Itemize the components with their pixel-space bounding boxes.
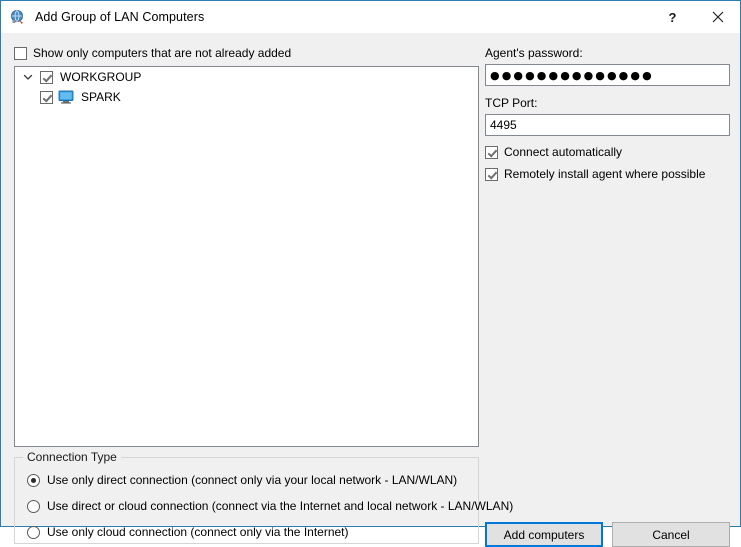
chevron-down-icon[interactable] (21, 70, 35, 84)
dialog-window: Add Group of LAN Computers ? Show only c… (0, 0, 741, 527)
cancel-label: Cancel (652, 528, 689, 542)
close-button[interactable] (695, 2, 740, 33)
radio-direct-connection-label: Use only direct connection (connect only… (47, 473, 457, 487)
dialog-buttons: Add computers Cancel (485, 522, 730, 547)
show-only-not-added-label: Show only computers that are not already… (33, 46, 291, 60)
radio-cloud-connection[interactable]: Use only cloud connection (connect only … (27, 525, 349, 539)
radio-button (27, 500, 40, 513)
title-bar: Add Group of LAN Computers ? (1, 1, 740, 33)
agent-password-input[interactable]: ●●●●●●●●●●●●●● (485, 64, 730, 86)
add-computers-label: Add computers (504, 528, 585, 542)
tree-checkbox-workgroup[interactable] (40, 71, 53, 84)
tree-label-spark: SPARK (81, 90, 121, 104)
connect-automatically-checkbox[interactable]: Connect automatically (485, 145, 730, 159)
tree-node-spark[interactable]: SPARK (15, 87, 478, 107)
checkbox-box (485, 168, 498, 181)
checkbox-box (14, 47, 27, 60)
tree-label-workgroup: WORKGROUP (60, 70, 141, 84)
window-title: Add Group of LAN Computers (35, 10, 204, 24)
close-icon (712, 11, 724, 23)
tcp-port-value: 4495 (490, 118, 517, 132)
help-icon: ? (669, 10, 677, 25)
dialog-body: Show only computers that are not already… (1, 33, 740, 526)
globe-network-icon (10, 9, 26, 25)
radio-direct-or-cloud-connection[interactable]: Use direct or cloud connection (connect … (27, 499, 513, 513)
agent-password-value: ●●●●●●●●●●●●●● (490, 70, 654, 81)
spacer (485, 136, 730, 145)
add-computers-button[interactable]: Add computers (485, 522, 603, 547)
cancel-button[interactable]: Cancel (612, 522, 730, 547)
remote-install-checkbox[interactable]: Remotely install agent where possible (485, 167, 730, 181)
tree-checkbox-spark[interactable] (40, 91, 53, 104)
tcp-port-label: TCP Port: (485, 96, 730, 110)
radio-direct-connection[interactable]: Use only direct connection (connect only… (27, 473, 457, 487)
radio-cloud-connection-label: Use only cloud connection (connect only … (47, 525, 349, 539)
monitor-icon (58, 90, 74, 104)
remote-install-label: Remotely install agent where possible (504, 167, 705, 181)
computers-tree[interactable]: WORKGROUP SPARK (14, 66, 479, 447)
spacer (485, 86, 730, 96)
connect-automatically-label: Connect automatically (504, 145, 622, 159)
tcp-port-input[interactable]: 4495 (485, 114, 730, 136)
connection-type-legend: Connection Type (23, 450, 121, 464)
checkbox-box (485, 146, 498, 159)
connection-type-group: Connection Type Use only direct connecti… (14, 457, 479, 544)
settings-panel: Agent's password: ●●●●●●●●●●●●●● TCP Por… (485, 46, 730, 181)
agent-password-label: Agent's password: (485, 46, 730, 60)
spacer (485, 159, 730, 167)
radio-button (27, 474, 40, 487)
radio-direct-or-cloud-label: Use direct or cloud connection (connect … (47, 499, 513, 513)
radio-button (27, 526, 40, 539)
show-only-not-added-checkbox[interactable]: Show only computers that are not already… (14, 46, 291, 60)
tree-node-workgroup[interactable]: WORKGROUP (15, 67, 478, 87)
help-button[interactable]: ? (650, 2, 695, 33)
